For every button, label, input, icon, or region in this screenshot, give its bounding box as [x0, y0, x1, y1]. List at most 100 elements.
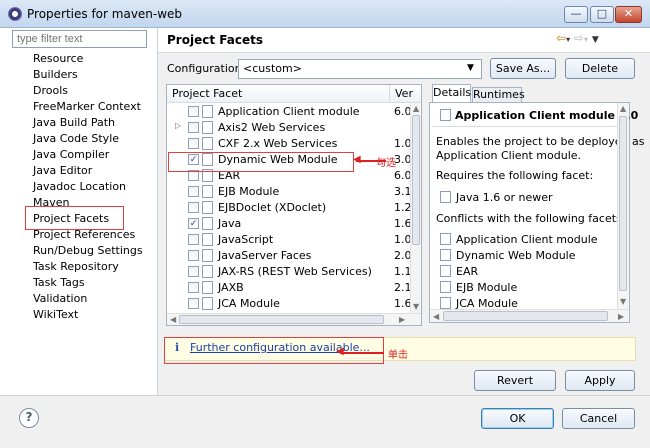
history-nav[interactable]: ⇦▾ ⇨▾ ▼	[556, 31, 599, 45]
facet-version[interactable]: 3.1	[394, 185, 412, 198]
details-horizontal-scrollbar[interactable]: ◀ ▶	[430, 309, 629, 322]
nav-item[interactable]: Run/Debug Settings	[33, 244, 143, 257]
nav-item[interactable]: Validation	[33, 292, 87, 305]
nav-item[interactable]: Java Build Path	[33, 116, 115, 129]
nav-item[interactable]: Java Code Style	[33, 132, 119, 145]
facet-checkbox[interactable]	[188, 282, 199, 293]
scroll-right-icon[interactable]: ▶	[399, 315, 405, 324]
facet-icon	[440, 281, 451, 293]
facet-row[interactable]: CXF 2.x Web Services 1.0	[167, 136, 412, 152]
facet-icon	[202, 121, 213, 134]
nav-item[interactable]: Builders	[33, 68, 78, 81]
facet-checkbox[interactable]	[188, 106, 199, 117]
column-divider[interactable]	[389, 85, 390, 103]
scroll-down-icon[interactable]: ▼	[413, 302, 419, 311]
facet-row[interactable]: ▷ Axis2 Web Services	[167, 120, 410, 136]
column-header-facet[interactable]: Project Facet	[172, 87, 242, 100]
facets-horizontal-scrollbar[interactable]: ◀ ▶	[167, 313, 421, 325]
facet-checkbox[interactable]	[188, 122, 199, 133]
facet-icon	[202, 137, 213, 150]
facet-version[interactable]: 1.1	[394, 265, 412, 278]
scroll-up-icon[interactable]: ▲	[413, 104, 419, 113]
facet-checkbox[interactable]	[188, 266, 199, 277]
facet-row[interactable]: JAXB 2.1	[167, 280, 412, 296]
facets-vertical-scrollbar[interactable]: ▲ ▼	[410, 103, 421, 313]
facet-version[interactable]: 6.0	[394, 105, 412, 118]
facet-icon	[202, 233, 213, 246]
delete-button[interactable]: Delete	[565, 58, 635, 79]
details-vertical-scrollbar[interactable]: ▲ ▼	[617, 103, 629, 309]
scroll-left-icon[interactable]: ◀	[433, 312, 439, 321]
column-header-version[interactable]: Ver	[395, 87, 413, 100]
nav-item[interactable]: Drools	[33, 84, 68, 97]
scroll-down-icon[interactable]: ▼	[620, 297, 626, 306]
ok-button[interactable]: OK	[481, 408, 554, 429]
facet-checkbox[interactable]	[188, 202, 199, 213]
facet-row[interactable]: JavaScript 1.0	[167, 232, 412, 248]
nav-item[interactable]: Task Tags	[33, 276, 85, 289]
conflicts-label: Conflicts with the following facets:	[436, 212, 626, 225]
facet-icon	[202, 105, 213, 118]
facet-version[interactable]: 1.6	[394, 217, 412, 230]
apply-button[interactable]: Apply	[565, 370, 635, 391]
minimize-button[interactable]: —	[564, 6, 588, 23]
maximize-button[interactable]: □	[590, 6, 614, 23]
view-menu-icon[interactable]: ▼	[592, 35, 599, 45]
facet-checkbox[interactable]: ✓	[188, 218, 199, 229]
facet-version[interactable]: 1.0	[394, 137, 412, 150]
facet-version[interactable]: 3.0	[394, 153, 412, 166]
eclipse-icon	[8, 7, 22, 21]
configuration-select[interactable]: <custom>	[238, 59, 482, 79]
facet-checkbox[interactable]	[188, 234, 199, 245]
nav-item[interactable]: Javadoc Location	[33, 180, 126, 193]
facet-row[interactable]: JCA Module 1.6	[167, 296, 412, 312]
facet-checkbox[interactable]	[188, 298, 199, 309]
configuration-label: Configuration:	[167, 62, 246, 75]
facet-label: Application Client module	[218, 105, 360, 118]
facet-row[interactable]: EJBDoclet (XDoclet) 1.2.	[167, 200, 415, 216]
nav-item[interactable]: Java Editor	[33, 164, 92, 177]
facet-checkbox[interactable]	[188, 138, 199, 149]
nav-item[interactable]: FreeMarker Context	[33, 100, 141, 113]
annotation-highlight-project-facets	[25, 206, 124, 230]
facet-icon	[202, 281, 213, 294]
nav-item[interactable]: Resource	[33, 52, 83, 65]
help-icon[interactable]: ?	[19, 408, 39, 428]
revert-button[interactable]: Revert	[474, 370, 556, 391]
annotation-arrow	[340, 352, 384, 354]
filter-input[interactable]	[12, 30, 147, 48]
scroll-left-icon[interactable]: ◀	[170, 315, 176, 324]
close-button[interactable]: ✕	[615, 6, 642, 23]
facet-label: JAXB	[218, 281, 244, 294]
facet-row[interactable]: EJB Module 3.1	[167, 184, 412, 200]
facet-icon	[440, 265, 451, 277]
facet-checkbox[interactable]	[188, 186, 199, 197]
facet-version[interactable]: 1.6	[394, 297, 412, 310]
facet-version[interactable]: 1.0	[394, 233, 412, 246]
facet-row[interactable]: JavaServer Faces 2.0	[167, 248, 412, 264]
tab-runtimes[interactable]: Runtimes	[472, 87, 525, 102]
arrowhead-icon: ◀	[336, 346, 344, 357]
facet-checkbox[interactable]	[188, 250, 199, 261]
scroll-up-icon[interactable]: ▲	[620, 104, 626, 113]
facet-version[interactable]: 2.0	[394, 249, 412, 262]
window-title: Properties for maven-web	[27, 7, 183, 21]
nav-item[interactable]: WikiText	[33, 308, 78, 321]
facet-version[interactable]: 2.1	[394, 281, 412, 294]
tab-details[interactable]: Details	[432, 84, 471, 102]
facet-row[interactable]: JAX-RS (REST Web Services) 1.1	[167, 264, 412, 280]
scroll-right-icon[interactable]: ▶	[618, 312, 624, 321]
forward-arrow-icon[interactable]: ⇨	[574, 31, 584, 45]
chevron-down-icon[interactable]: ▼	[467, 63, 474, 73]
save-as-button[interactable]: Save As...	[490, 58, 556, 79]
back-arrow-icon[interactable]: ⇦	[556, 31, 566, 45]
cancel-button[interactable]: Cancel	[562, 408, 635, 429]
nav-item[interactable]: Task Repository	[33, 260, 119, 273]
facet-row[interactable]: ✓ Java 1.6	[167, 216, 412, 232]
facet-icon	[202, 201, 213, 214]
nav-item[interactable]: Java Compiler	[33, 148, 109, 161]
facet-row[interactable]: Application Client module 6.0	[167, 104, 412, 120]
expand-icon[interactable]: ▷	[175, 121, 181, 130]
facet-label: CXF 2.x Web Services	[218, 137, 338, 150]
facet-version[interactable]: 6.0	[394, 169, 412, 182]
